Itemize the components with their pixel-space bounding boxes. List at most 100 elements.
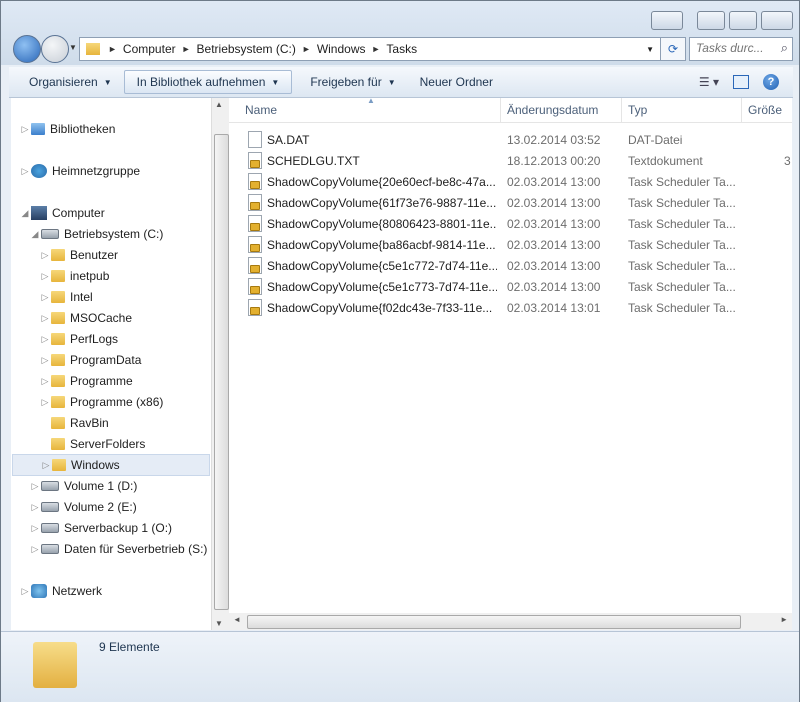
scroll-up-icon[interactable]: ▲ <box>215 100 223 109</box>
column-type[interactable]: Typ <box>622 98 742 122</box>
file-row[interactable]: ShadowCopyVolume{61f73e76-9887-11e... 02… <box>229 192 792 213</box>
tree-item-system-drive[interactable]: ◢ Betriebsystem (C:) <box>29 224 164 244</box>
close-button[interactable] <box>761 11 793 30</box>
tree-item-folder[interactable]: ▷ Programme (x86) <box>39 392 164 412</box>
minimize-button[interactable] <box>697 11 725 30</box>
help-icon[interactable]: ? <box>763 74 779 90</box>
file-row[interactable]: SCHEDLGU.TXT 18.12.2013 00:20 Textdokume… <box>229 150 792 171</box>
expand-arrow-icon[interactable]: ▷ <box>39 292 51 303</box>
tree-item-folder[interactable]: ▷ Programme <box>39 371 133 391</box>
breadcrumb-tasks[interactable]: Tasks <box>380 42 423 56</box>
folder-icon <box>51 438 65 450</box>
maximize-button[interactable] <box>729 11 757 30</box>
tree-label: Heimnetzgruppe <box>52 164 141 178</box>
search-box[interactable]: ⌕ <box>689 37 793 61</box>
search-input[interactable] <box>690 38 772 58</box>
collapse-arrow-icon[interactable]: ◢ <box>19 208 31 219</box>
file-row[interactable]: ShadowCopyVolume{f02dc43e-7f33-11e... 02… <box>229 297 792 318</box>
column-label: Änderungsdatum <box>507 103 599 117</box>
file-row[interactable]: ShadowCopyVolume{80806423-8801-11e... 02… <box>229 213 792 234</box>
tree-item-libraries[interactable]: ▷ Bibliotheken <box>19 119 116 139</box>
expand-arrow-icon[interactable]: ▷ <box>29 544 41 555</box>
tree-item-drive[interactable]: ▷ Volume 2 (E:) <box>29 497 137 517</box>
library-button[interactable]: In Bibliothek aufnehmen ▼ <box>123 70 293 94</box>
title-bar: ▼ ► Computer ► Betriebsystem (C:) ► Wind… <box>1 1 799 65</box>
switch-icon[interactable] <box>651 11 683 30</box>
expand-arrow-icon[interactable]: ▷ <box>29 523 41 534</box>
tree-item-windows[interactable]: ▷ Windows <box>12 454 210 476</box>
file-list-scrollbar[interactable]: ◄ ► <box>229 613 792 630</box>
expand-arrow-icon[interactable]: ▷ <box>39 355 51 366</box>
tree-item-folder[interactable]: RavBin <box>39 413 109 433</box>
file-type: Task Scheduler Ta... <box>628 216 736 231</box>
file-date: 02.03.2014 13:01 <box>507 300 601 315</box>
caret-down-icon: ▼ <box>271 77 280 87</box>
expand-arrow-icon[interactable]: ▷ <box>39 271 51 282</box>
tree-item-drive[interactable]: ▷ Volume 1 (D:) <box>29 476 138 496</box>
refresh-button[interactable]: ⟳ <box>660 37 686 61</box>
tree-item-folder[interactable]: ▷ inetpub <box>39 266 110 286</box>
expand-arrow-icon[interactable]: ▷ <box>39 313 51 324</box>
expand-arrow-icon[interactable]: ▷ <box>19 586 31 597</box>
column-date[interactable]: Änderungsdatum <box>501 98 622 122</box>
scroll-thumb[interactable] <box>247 615 741 629</box>
tree-item-folder[interactable]: ServerFolders <box>39 434 145 454</box>
forward-button[interactable] <box>41 35 69 63</box>
breadcrumb-drive[interactable]: Betriebsystem (C:) <box>191 42 302 56</box>
tree-item-homegroup[interactable]: ▷ Heimnetzgruppe <box>19 161 140 181</box>
file-date: 02.03.2014 13:00 <box>507 237 601 252</box>
column-size[interactable]: Größe <box>742 98 792 122</box>
expand-arrow-icon[interactable]: ▷ <box>39 250 51 261</box>
scroll-right-icon[interactable]: ► <box>780 615 788 624</box>
expand-arrow-icon[interactable]: ▷ <box>39 334 51 345</box>
scroll-thumb[interactable] <box>214 134 229 610</box>
back-button[interactable] <box>13 35 41 63</box>
expand-arrow-icon[interactable]: ▷ <box>19 166 31 177</box>
expand-arrow-icon[interactable]: ▷ <box>29 481 41 492</box>
scroll-left-icon[interactable]: ◄ <box>233 615 241 624</box>
tree-label: Volume 2 (E:) <box>64 500 137 514</box>
file-row[interactable]: SA.DAT 13.02.2014 03:52 DAT-Datei <box>229 129 792 150</box>
expand-arrow-icon[interactable]: ▷ <box>40 460 52 471</box>
tree-item-computer[interactable]: ◢ Computer <box>19 203 105 223</box>
view-options-icon[interactable]: ☰ ▾ <box>699 75 719 89</box>
tree-label: Benutzer <box>70 248 119 262</box>
expand-arrow-icon[interactable]: ▷ <box>19 124 31 135</box>
search-icon[interactable]: ⌕ <box>781 40 788 56</box>
expand-arrow-icon[interactable]: ▷ <box>29 502 41 513</box>
command-bar: Organisieren ▼ In Bibliothek aufnehmen ▼ F… <box>9 67 793 98</box>
locked-file-icon <box>248 257 262 274</box>
history-dropdown-icon[interactable]: ▼ <box>69 43 77 52</box>
folder-icon <box>51 375 65 387</box>
tree-item-drive[interactable]: ▷ Daten für Severbetrieb (S:) <box>29 539 208 559</box>
folder-icon <box>51 354 65 366</box>
tree-item-folder[interactable]: ▷ Benutzer <box>39 245 119 265</box>
tree-item-drive[interactable]: ▷ Serverbackup 1 (O:) <box>29 518 173 538</box>
collapse-arrow-icon[interactable]: ◢ <box>29 229 41 240</box>
tree-item-folder[interactable]: ▷ ProgramData <box>39 350 142 370</box>
organize-button[interactable]: Organisieren ▼ <box>17 71 124 93</box>
share-label: Freigeben für <box>310 75 382 89</box>
expand-arrow-icon[interactable]: ▷ <box>39 397 51 408</box>
new-folder-button[interactable]: Neuer Ordner <box>408 71 505 93</box>
tree-item-folder[interactable]: ▷ Intel <box>39 287 93 307</box>
scroll-down-icon[interactable]: ▼ <box>215 619 223 628</box>
tree-item-network[interactable]: ▷ Netzwerk <box>19 581 102 601</box>
breadcrumb-computer[interactable]: Computer <box>117 42 182 56</box>
preview-pane-icon[interactable] <box>733 75 749 89</box>
breadcrumb-windows[interactable]: Windows <box>311 42 372 56</box>
address-bar[interactable]: ► Computer ► Betriebsystem (C:) ► Window… <box>79 37 661 61</box>
column-label: Name <box>245 103 278 117</box>
file-type: Task Scheduler Ta... <box>628 174 736 189</box>
file-row[interactable]: ShadowCopyVolume{20e60ecf-be8c-47a... 02… <box>229 171 792 192</box>
tree-item-folder[interactable]: ▷ PerfLogs <box>39 329 119 349</box>
file-row[interactable]: ShadowCopyVolume{ba86acbf-9814-11e... 02… <box>229 234 792 255</box>
expand-arrow-icon[interactable]: ▷ <box>39 376 51 387</box>
drive-icon <box>41 502 59 512</box>
navigation-scrollbar[interactable]: ▲ ▼ <box>211 98 229 630</box>
file-row[interactable]: ShadowCopyVolume{c5e1c772-7d74-11e... 02… <box>229 255 792 276</box>
share-button[interactable]: Freigeben für ▼ <box>298 71 407 93</box>
address-dropdown-icon[interactable]: ▼ <box>646 45 654 54</box>
tree-item-folder[interactable]: ▷ MSOCache <box>39 308 133 328</box>
file-row[interactable]: ShadowCopyVolume{c5e1c773-7d74-11e... 02… <box>229 276 792 297</box>
